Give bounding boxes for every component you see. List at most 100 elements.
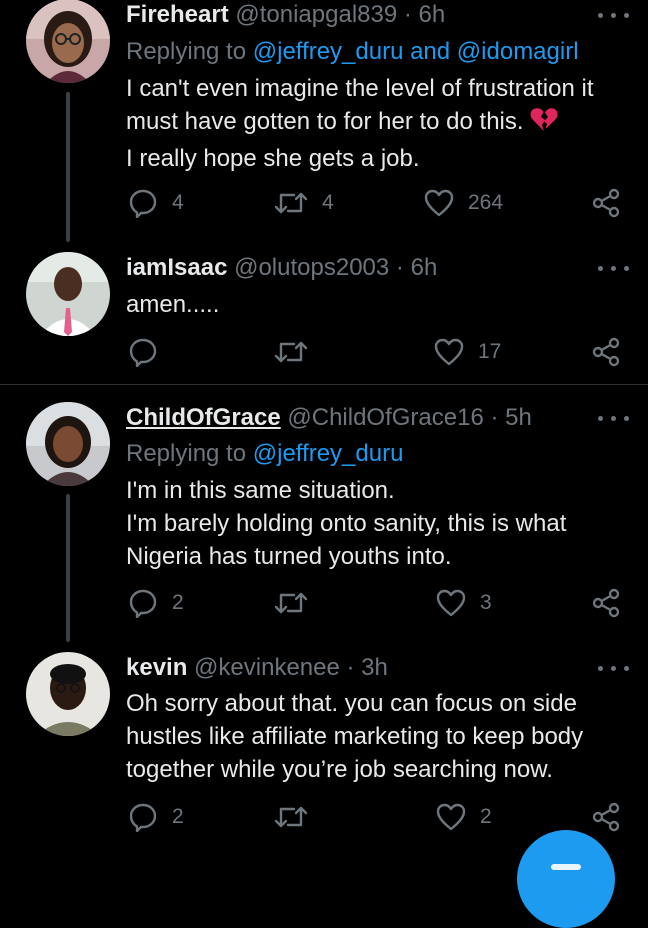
like-button[interactable]: 3: [436, 586, 492, 620]
share-icon: [592, 188, 620, 218]
share-button[interactable]: [592, 186, 620, 220]
tweet-actions: 4 4 264: [126, 186, 626, 220]
tweet-text-fragment: must have gotten to for her to do this.: [126, 108, 524, 135]
reply-mentions[interactable]: @jeffrey_duru and @idomagirl: [253, 38, 579, 65]
share-icon: [592, 588, 620, 618]
reply-button[interactable]: 2: [128, 800, 184, 834]
retweet-icon: [274, 337, 308, 367]
replying-to-label: Replying to: [126, 38, 247, 65]
tweet-text-line: I can't even imagine the level of frustr…: [126, 75, 594, 102]
more-icon[interactable]: [596, 409, 632, 429]
replying-to: Replying to @jeffrey_duru: [126, 439, 403, 469]
tweet-actions: 2 2: [126, 800, 626, 834]
compose-icon: [551, 864, 581, 870]
avatar[interactable]: [26, 402, 110, 486]
reply-icon: [128, 337, 158, 367]
tweet-text: I can't even imagine the level of frustr…: [126, 72, 626, 175]
reply-icon: [128, 188, 158, 218]
tweet-text-line: must have gotten to for her to do this.: [126, 105, 626, 142]
tweet-iamisaac[interactable]: iamIsaac @olutops2003 · 6h amen..... 17: [0, 252, 648, 382]
tweet-text-line: Oh sorry about that. you can focus on si…: [126, 690, 577, 717]
tweet-actions: 2 3: [126, 586, 626, 620]
heart-icon: [424, 189, 454, 217]
retweet-icon: [274, 588, 308, 618]
separator: ·: [346, 654, 355, 681]
tweet-text-line: together while you’re job searching now.: [126, 756, 553, 783]
timestamp[interactable]: 6h: [411, 254, 438, 281]
tweet-childofgrace[interactable]: ChildOfGrace @ChildOfGrace16 · 5h Replyi…: [0, 402, 648, 647]
display-name[interactable]: ChildOfGrace: [126, 404, 281, 431]
reply-count: 2: [172, 805, 184, 828]
display-name[interactable]: kevin: [126, 654, 187, 681]
more-icon[interactable]: [596, 6, 632, 26]
avatar[interactable]: [26, 252, 110, 336]
separator: ·: [403, 1, 412, 28]
reply-button[interactable]: [128, 335, 172, 369]
tweet-header: kevin @kevinkenee · 3h: [126, 653, 578, 683]
tweet-text: I'm in this same situation. I'm barely h…: [126, 474, 626, 573]
tweet-fireheart[interactable]: Fireheart @toniapgal839 · 6h Replying to…: [0, 0, 648, 245]
like-button[interactable]: 17: [434, 335, 501, 369]
tweet-header: Fireheart @toniapgal839 · 6h: [126, 0, 578, 30]
like-count: 264: [468, 191, 504, 214]
like-button[interactable]: 264: [424, 186, 503, 220]
avatar[interactable]: [26, 0, 110, 83]
username[interactable]: @olutops2003: [234, 254, 389, 281]
reply-icon: [128, 588, 158, 618]
tweet-text-line: Nigeria has turned youths into.: [126, 543, 452, 570]
retweet-count: 4: [322, 191, 334, 214]
more-icon[interactable]: [596, 659, 632, 679]
avatar[interactable]: [26, 652, 110, 736]
display-name[interactable]: Fireheart: [126, 1, 229, 28]
retweet-icon: [274, 188, 308, 218]
separator: ·: [395, 254, 404, 281]
username[interactable]: @toniapgal839: [235, 1, 397, 28]
timestamp[interactable]: 3h: [361, 654, 388, 681]
display-name[interactable]: iamIsaac: [126, 254, 227, 281]
tweet-text-line: amen.....: [126, 291, 220, 318]
compose-tweet-button[interactable]: [517, 830, 615, 928]
share-icon: [592, 337, 620, 367]
separator: ·: [490, 404, 499, 431]
timestamp[interactable]: 5h: [505, 404, 532, 431]
heart-icon: [436, 589, 466, 617]
tweet-header: iamIsaac @olutops2003 · 6h: [126, 253, 578, 283]
timestamp[interactable]: 6h: [419, 1, 446, 28]
tweet-text-line: hustles like affiliate marketing to keep…: [126, 723, 584, 750]
reply-count: 4: [172, 191, 184, 214]
heart-icon: [434, 338, 464, 366]
broken-heart-emoji: [530, 107, 558, 142]
share-button[interactable]: [592, 800, 620, 834]
tweet-header: ChildOfGrace @ChildOfGrace16 · 5h: [126, 403, 578, 433]
tweet-text: amen.....: [126, 288, 626, 321]
thread-line: [66, 92, 70, 242]
username[interactable]: @ChildOfGrace16: [287, 404, 483, 431]
reply-button[interactable]: 4: [128, 186, 184, 220]
like-button[interactable]: 2: [436, 800, 492, 834]
thread-line: [66, 494, 70, 642]
tweet-text-line: I'm in this same situation.: [126, 477, 395, 504]
retweet-button[interactable]: [274, 586, 322, 620]
reply-mentions[interactable]: @jeffrey_duru: [253, 440, 404, 467]
share-button[interactable]: [592, 335, 620, 369]
share-button[interactable]: [592, 586, 620, 620]
retweet-icon: [274, 802, 308, 832]
heart-icon: [436, 803, 466, 831]
replying-to: Replying to @jeffrey_duru and @idomagirl: [126, 37, 579, 67]
tweet-divider: [0, 384, 648, 385]
share-icon: [592, 802, 620, 832]
more-icon[interactable]: [596, 259, 632, 279]
retweet-button[interactable]: 4: [274, 186, 334, 220]
tweet-actions: 17: [126, 335, 626, 369]
like-count: 2: [480, 805, 492, 828]
replying-to-label: Replying to: [126, 440, 247, 467]
username[interactable]: @kevinkenee: [194, 654, 340, 681]
reply-count: 2: [172, 591, 184, 614]
tweet-text-line: I really hope she gets a job.: [126, 145, 420, 172]
retweet-button[interactable]: [274, 800, 322, 834]
like-count: 17: [478, 340, 502, 363]
retweet-button[interactable]: [274, 335, 322, 369]
tweet-text: Oh sorry about that. you can focus on si…: [126, 687, 626, 786]
reply-button[interactable]: 2: [128, 586, 184, 620]
reply-icon: [128, 802, 158, 832]
